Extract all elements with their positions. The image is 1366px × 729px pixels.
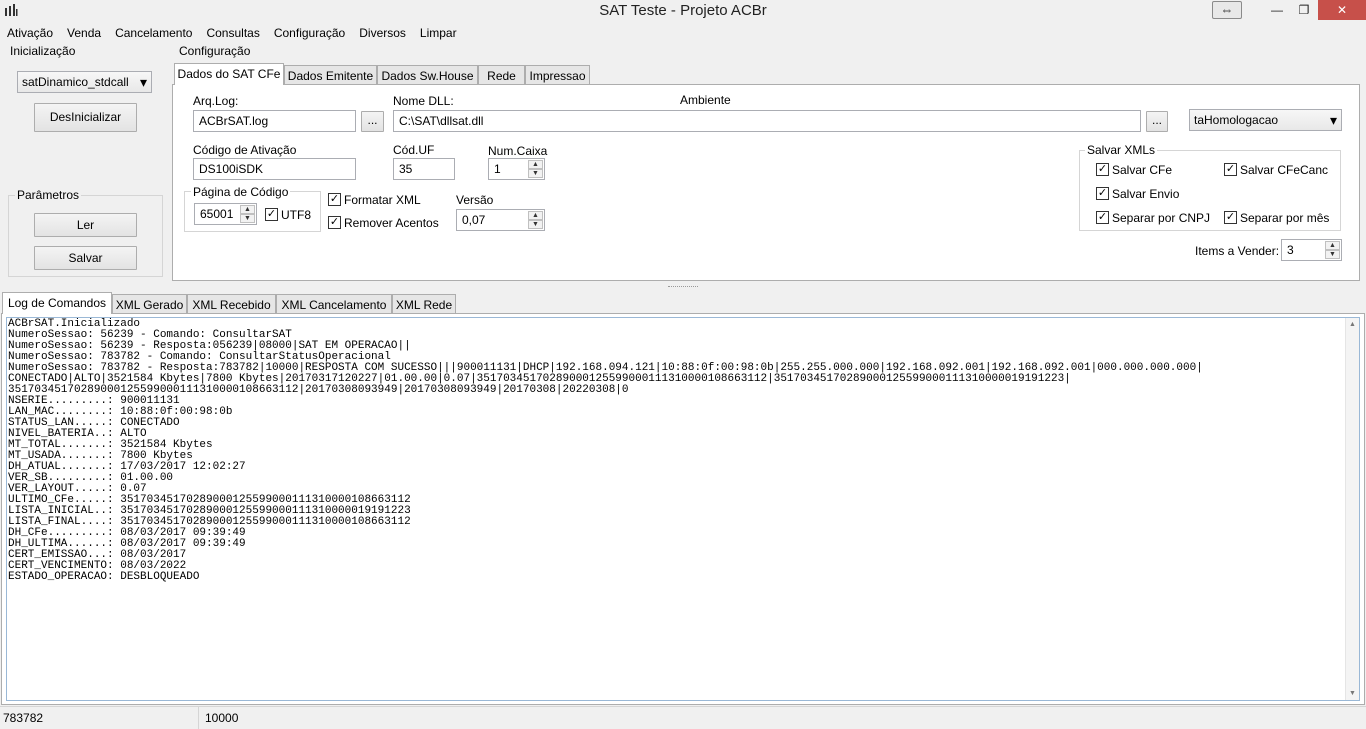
items-vender-value: 3 bbox=[1287, 243, 1294, 257]
remover-acentos-label: Remover Acentos bbox=[344, 216, 439, 230]
tab-xml-gerado[interactable]: XML Gerado bbox=[112, 294, 187, 314]
versao-value: 0,07 bbox=[462, 213, 486, 227]
menu-ativacao[interactable]: Ativação bbox=[0, 23, 60, 43]
separar-cnpj-label: Separar por CNPJ bbox=[1112, 211, 1211, 225]
spin-up-icon[interactable]: ▲ bbox=[1325, 241, 1340, 250]
title-bar: SAT Teste - Projeto ACBr ⇔ — ❐ ✕ bbox=[0, 0, 1366, 23]
status-divider bbox=[198, 707, 199, 729]
paginacod-stepper[interactable]: 65001 ▲ ▼ bbox=[194, 203, 257, 225]
status-bar: 783782 10000 bbox=[0, 706, 1366, 729]
salvar-cfecanc-label: Salvar CFeCanc bbox=[1240, 163, 1329, 177]
arqlog-label: Arq.Log: bbox=[193, 94, 239, 108]
splitter-handle[interactable] bbox=[668, 286, 698, 288]
paginacod-label: Página de Código bbox=[191, 185, 291, 199]
paginacod-value: 65001 bbox=[200, 207, 234, 221]
nomedll-input[interactable]: C:\SAT\dllsat.dll bbox=[393, 110, 1141, 132]
salvar-cfecanc-checkbox[interactable]: ✓ bbox=[1224, 163, 1237, 176]
tab-log-comandos[interactable]: Log de Comandos bbox=[2, 292, 112, 314]
tab-impressao[interactable]: Impressao bbox=[525, 65, 590, 85]
numcaixa-value: 1 bbox=[494, 162, 501, 176]
scroll-down-icon[interactable]: ▼ bbox=[1346, 690, 1359, 697]
spin-up-icon[interactable]: ▲ bbox=[528, 160, 543, 169]
menu-diversos[interactable]: Diversos bbox=[352, 23, 413, 43]
window-title: SAT Teste - Projeto ACBr bbox=[599, 2, 767, 19]
browse-log-button[interactable]: ... bbox=[361, 111, 384, 132]
configuracao-label: Configuração bbox=[177, 44, 253, 58]
tab-xml-rede[interactable]: XML Rede bbox=[392, 294, 456, 314]
versao-label: Versão bbox=[456, 193, 494, 207]
formatar-xml-label: Formatar XML bbox=[344, 193, 421, 207]
tab-dados-sat-cfe[interactable]: Dados do SAT CFe bbox=[174, 63, 284, 85]
utf8-label: UTF8 bbox=[281, 208, 311, 222]
salvar-envio-checkbox[interactable]: ✓ bbox=[1096, 187, 1109, 200]
salvar-envio-label: Salvar Envio bbox=[1112, 187, 1180, 201]
menu-bar: Ativação Venda Cancelamento Consultas Config… bbox=[0, 23, 1366, 43]
model-select[interactable]: satDinamico_stdcall ▾ bbox=[17, 71, 152, 93]
chevron-down-icon: ▾ bbox=[139, 74, 147, 90]
log-text: ACBrSAT.Inicializado NumeroSessao: 56239… bbox=[8, 318, 1203, 583]
menu-venda[interactable]: Venda bbox=[60, 23, 108, 43]
salvarxml-label: Salvar XMLs bbox=[1085, 143, 1158, 157]
parametros-label: Parâmetros bbox=[15, 188, 82, 202]
nomedll-label: Nome DLL: bbox=[393, 94, 454, 108]
status-code: 10000 bbox=[205, 711, 239, 725]
tab-xml-cancelamento[interactable]: XML Cancelamento bbox=[276, 294, 392, 314]
items-vender-label: Items a Vender: bbox=[1195, 244, 1280, 258]
remover-acentos-checkbox[interactable]: ✓ bbox=[328, 216, 341, 229]
menu-consultas[interactable]: Consultas bbox=[199, 23, 266, 43]
log-scrollbar[interactable]: ▲ ▼ bbox=[1345, 318, 1359, 700]
chevron-down-icon: ▾ bbox=[1329, 112, 1337, 128]
numcaixa-label: Num.Caixa bbox=[488, 144, 548, 158]
salvar-cfe-label: Salvar CFe bbox=[1112, 163, 1173, 177]
ambiente-select[interactable]: taHomologacao ▾ bbox=[1189, 109, 1342, 131]
codativ-input[interactable]: DS100iSDK bbox=[193, 158, 356, 180]
separar-mes-checkbox[interactable]: ✓ bbox=[1224, 211, 1237, 224]
spin-down-icon[interactable]: ▼ bbox=[528, 169, 543, 178]
spin-up-icon[interactable]: ▲ bbox=[528, 211, 543, 220]
inicializacao-label: Inicialização bbox=[8, 44, 78, 58]
deinit-button[interactable]: DesInicializar bbox=[34, 103, 137, 132]
separar-mes-label: Separar por mês bbox=[1240, 211, 1330, 225]
versao-stepper[interactable]: 0,07 ▲ ▼ bbox=[456, 209, 545, 231]
minimize-button[interactable]: — bbox=[1264, 0, 1290, 20]
ambiente-select-value: taHomologacao bbox=[1194, 113, 1279, 127]
model-select-value: satDinamico_stdcall bbox=[22, 75, 129, 89]
utf8-checkbox[interactable]: ✓ bbox=[265, 208, 278, 221]
spin-up-icon[interactable]: ▲ bbox=[240, 205, 255, 214]
browse-dll-button[interactable]: ... bbox=[1146, 111, 1168, 132]
salvar-cfe-checkbox[interactable]: ✓ bbox=[1096, 163, 1109, 176]
tab-rede[interactable]: Rede bbox=[478, 65, 525, 85]
resize-icon[interactable]: ⇔ bbox=[1212, 1, 1242, 19]
formatar-xml-checkbox[interactable]: ✓ bbox=[328, 193, 341, 206]
menu-cancelamento[interactable]: Cancelamento bbox=[108, 23, 199, 43]
tab-dados-emitente[interactable]: Dados Emitente bbox=[284, 65, 377, 85]
coduf-label: Cód.UF bbox=[393, 143, 435, 157]
spin-down-icon[interactable]: ▼ bbox=[528, 220, 543, 229]
status-session: 783782 bbox=[3, 711, 44, 725]
read-button[interactable]: Ler bbox=[34, 213, 137, 237]
save-button[interactable]: Salvar bbox=[34, 246, 137, 270]
close-button[interactable]: ✕ bbox=[1318, 0, 1366, 20]
numcaixa-stepper[interactable]: 1 ▲ ▼ bbox=[488, 158, 545, 180]
log-textarea[interactable]: ACBrSAT.Inicializado NumeroSessao: 56239… bbox=[6, 317, 1360, 701]
menu-configuracao[interactable]: Configuração bbox=[267, 23, 352, 43]
maximize-button[interactable]: ❐ bbox=[1290, 0, 1318, 20]
menu-limpar[interactable]: Limpar bbox=[413, 23, 464, 43]
tab-xml-recebido[interactable]: XML Recebido bbox=[187, 294, 276, 314]
tab-dados-swhouse[interactable]: Dados Sw.House bbox=[377, 65, 478, 85]
arqlog-input[interactable]: ACBrSAT.log bbox=[193, 110, 356, 132]
ambiente-label: Ambiente bbox=[680, 93, 731, 107]
items-vender-stepper[interactable]: 3 ▲ ▼ bbox=[1281, 239, 1342, 261]
separar-cnpj-checkbox[interactable]: ✓ bbox=[1096, 211, 1109, 224]
codativ-label: Código de Ativação bbox=[193, 143, 297, 157]
coduf-input[interactable]: 35 bbox=[393, 158, 455, 180]
spin-down-icon[interactable]: ▼ bbox=[240, 214, 255, 223]
scroll-up-icon[interactable]: ▲ bbox=[1346, 321, 1359, 328]
spin-down-icon[interactable]: ▼ bbox=[1325, 250, 1340, 259]
